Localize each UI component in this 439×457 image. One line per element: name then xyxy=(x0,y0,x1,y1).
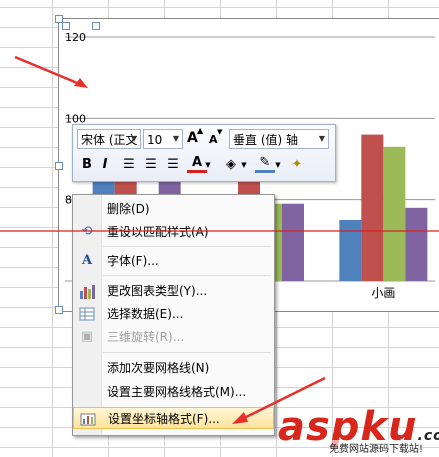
chevron-down-icon[interactable]: ▼ xyxy=(273,156,283,174)
menu-item-label: 更改图表类型(Y)... xyxy=(107,284,208,298)
italic-button[interactable]: I xyxy=(95,156,115,174)
menu-item-label: 设置坐标轴格式(F)... xyxy=(108,412,220,426)
chevron-down-icon[interactable]: ▼ xyxy=(170,130,182,148)
menu-item-format-major-gridlines[interactable]: 设置主要网格线格式(M)... xyxy=(73,381,274,403)
align-left-icon[interactable]: ☰ xyxy=(119,156,139,174)
menu-item-label: 删除(D) xyxy=(107,202,150,216)
font-size-box[interactable]: 10 ▼ xyxy=(143,129,183,149)
bar xyxy=(383,146,406,281)
chart-selection-handle[interactable] xyxy=(55,162,63,170)
menu-item-label: 设置主要网格线格式(M)... xyxy=(107,385,247,399)
fill-color-icon[interactable]: ◈ xyxy=(221,156,241,174)
mini-toolbar: 宋体 (正文 ▼ 10 ▼ A ▲ A ▼ 垂直 (值) 轴 ▼ B I ☰ ☰… xyxy=(72,124,336,182)
bar xyxy=(339,220,362,281)
shrink-font-arrow-icon: ▼ xyxy=(217,128,223,136)
outline-color-icon[interactable]: ✎ xyxy=(255,156,275,173)
menu-separator xyxy=(103,352,271,353)
select-data-icon xyxy=(79,306,95,322)
menu-item-3d-rotation: ▣ 三维旋转(R)... xyxy=(73,326,274,348)
menu-item-font[interactable]: A 字体(F)... xyxy=(73,250,274,272)
align-right-icon[interactable]: ☰ xyxy=(163,156,183,174)
menu-item-label: 字体(F)... xyxy=(107,254,159,268)
format-axis-icon xyxy=(80,411,96,427)
format-painter-icon[interactable]: ✦ xyxy=(287,156,307,174)
menu-item-label: 重设以匹配样式(A) xyxy=(107,225,209,239)
chart-type-icon xyxy=(79,283,95,299)
axis-selector-box[interactable]: 垂直 (值) 轴 ▼ xyxy=(229,129,329,149)
menu-item-change-chart-type[interactable]: 更改图表类型(Y)... xyxy=(73,280,274,302)
rotate-3d-icon: ▣ xyxy=(80,329,94,344)
font-name-box[interactable]: 宋体 (正文 ▼ xyxy=(77,129,141,149)
align-center-icon[interactable]: ☰ xyxy=(141,156,161,174)
menu-separator xyxy=(103,275,271,276)
menu-item-label: 三维旋转(R)... xyxy=(107,330,185,344)
bar xyxy=(361,134,384,281)
bar xyxy=(405,207,428,281)
bold-button[interactable]: B xyxy=(77,156,97,174)
menu-item-label: 添加次要网格线(N) xyxy=(107,361,210,375)
chevron-down-icon[interactable]: ▼ xyxy=(128,130,140,148)
x-tick-label: 小画 xyxy=(371,286,395,300)
axis-selector-value: 垂直 (值) 轴 xyxy=(233,133,298,147)
menu-item-reset-style[interactable]: ⟲ 重设以匹配样式(A) xyxy=(73,221,274,243)
menu-separator xyxy=(103,246,271,247)
font-size-value: 10 xyxy=(147,133,163,147)
axis-selection-handle[interactable] xyxy=(62,22,70,30)
menu-item-format-axis[interactable]: 设置坐标轴格式(F)... xyxy=(73,407,274,429)
axis-selection-handle[interactable] xyxy=(92,22,100,30)
menu-item-add-minor-gridlines[interactable]: 添加次要网格线(N) xyxy=(73,357,274,379)
chevron-down-icon[interactable]: ▼ xyxy=(316,130,328,148)
watermark-tagline: 免费网站源码下载站! xyxy=(329,440,424,455)
chevron-down-icon[interactable]: ▼ xyxy=(239,156,249,174)
context-menu: 删除(D) ⟲ 重设以匹配样式(A) A 字体(F)... 更改图表类型(Y).… xyxy=(72,194,275,436)
font-icon: A xyxy=(81,253,93,268)
bar xyxy=(282,203,304,281)
menu-item-label: 选择数据(E)... xyxy=(107,307,184,321)
y-tick-label: 120 xyxy=(65,31,86,44)
menu-item-select-data[interactable]: 选择数据(E)... xyxy=(73,303,274,325)
menu-item-delete[interactable]: 删除(D) xyxy=(73,198,274,220)
chart-selection-handle[interactable] xyxy=(55,306,63,314)
grow-font-arrow-icon: ▲ xyxy=(197,126,204,135)
reset-icon: ⟲ xyxy=(81,224,93,239)
chevron-down-icon[interactable]: ▼ xyxy=(203,156,213,174)
